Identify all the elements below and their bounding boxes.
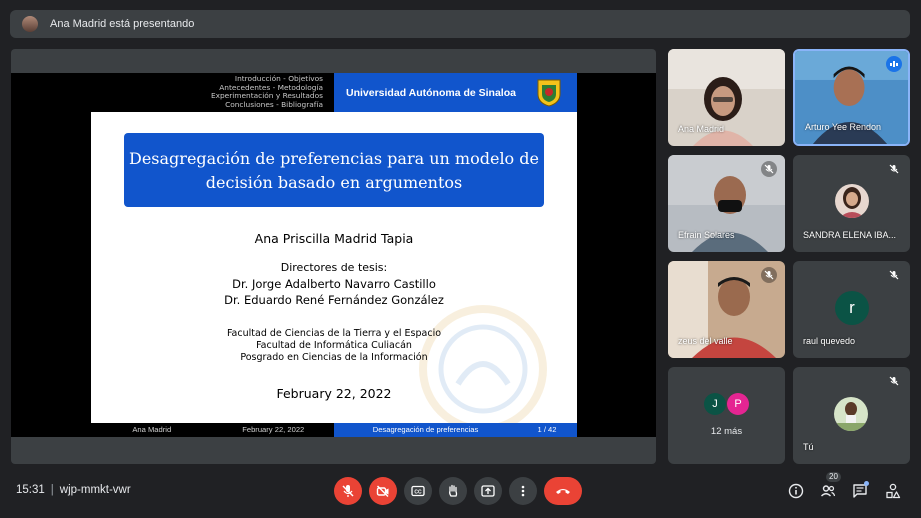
present-icon [481, 485, 495, 497]
more-participants-label: 12 más [710, 426, 743, 437]
slide-title-line: decisión basado en argumentos [205, 173, 463, 192]
participant-name: Ana Madrid [678, 124, 725, 134]
microphone-toggle-button[interactable] [334, 477, 362, 505]
activities-button[interactable] [882, 480, 904, 502]
slide-footer-right: Desagregación de preferencias 1 / 42 [334, 423, 577, 437]
slide-footer-left: Ana Madrid February 22, 2022 [91, 423, 334, 437]
slide-title-line: Desagregación de preferencias para un mo… [129, 149, 539, 168]
speaking-icon [886, 56, 902, 72]
separator: | [50, 484, 54, 496]
participant-tile[interactable]: r raul quevedo [793, 261, 910, 358]
participant-tile[interactable]: zeus del valle [668, 261, 785, 358]
slide-nav-item: Conclusiones - Bibliografía [225, 99, 323, 109]
meeting-code: wjp-mmkt-vwr [59, 484, 131, 496]
mic-off-icon [761, 267, 777, 283]
presenter-banner-text: Ana Madrid está presentando [50, 18, 195, 30]
chat-notification-dot [864, 481, 869, 486]
meeting-details: 15:31 | wjp-mmkt-vwr [16, 484, 131, 496]
participant-name: SANDRA ELENA IBA... [803, 230, 897, 240]
present-screen-button[interactable] [474, 477, 502, 505]
university-banner: Universidad Autónoma de Sinaloa [334, 73, 577, 112]
university-name: Universidad Autónoma de Sinaloa [346, 86, 516, 99]
participant-tile[interactable]: Efrain Solares [668, 155, 785, 252]
slide-title-box: Desagregación de preferencias para un mo… [124, 133, 544, 207]
slide-author: Ana Priscilla Madrid Tapia [254, 231, 414, 246]
info-icon [788, 483, 804, 499]
raise-hand-button[interactable] [439, 477, 467, 505]
end-call-icon [556, 489, 570, 494]
director-name: Dr. Eduardo René Fernández González [224, 293, 444, 307]
slide-footer: Ana Madrid February 22, 2022 Desagregaci… [91, 423, 577, 437]
mic-off-icon [886, 373, 902, 389]
university-logo-icon [537, 79, 561, 107]
presentation-stage[interactable]: Introducción - Objetivos Antecedentes - … [11, 49, 656, 464]
director-name: Dr. Jorge Adalberto Navarro Castillo [232, 277, 436, 291]
footer-page-number: 1 / 42 [537, 425, 557, 434]
participant-avatar [835, 184, 869, 218]
participant-name: raul quevedo [803, 336, 856, 346]
faculty-line: Posgrado en Ciencias de la Información [240, 352, 428, 363]
activities-icon [886, 483, 901, 499]
participant-count-badge: 20 [826, 472, 841, 482]
slide: Introducción - Objetivos Antecedentes - … [91, 73, 577, 437]
participant-name: Arturo Yee Rendon [805, 122, 882, 132]
presenter-avatar [22, 16, 38, 32]
participant-initial-avatar: P [727, 393, 749, 415]
captions-icon: CC [411, 485, 425, 497]
mic-off-icon [761, 161, 777, 177]
more-options-icon [521, 485, 525, 497]
footer-title: Desagregación de preferencias [372, 425, 479, 434]
svg-text:CC: CC [414, 490, 422, 496]
end-call-button[interactable] [544, 477, 582, 505]
slide-header: Introducción - Objetivos Antecedentes - … [91, 73, 577, 112]
university-watermark-icon [419, 305, 547, 433]
participant-name: zeus del valle [678, 336, 733, 346]
directors-heading: Directores de tesis: [280, 261, 388, 274]
participant-name: Tú [803, 442, 814, 452]
slide-directors: Directores de tesis: Dr. Jorge Adalberto… [91, 260, 577, 308]
meeting-details-button[interactable] [785, 480, 807, 502]
camera-toggle-button[interactable] [369, 477, 397, 505]
slide-nav: Introducción - Objetivos Antecedentes - … [91, 74, 323, 109]
self-avatar [834, 397, 868, 431]
participant-initial-avatar: r [835, 291, 869, 325]
camera-off-icon [376, 485, 389, 498]
raise-hand-icon [449, 484, 458, 497]
participant-name: Efrain Solares [678, 230, 735, 240]
slide-body: Desagregación de preferencias para un mo… [91, 112, 577, 433]
mic-off-icon [342, 485, 354, 497]
captions-button[interactable]: CC [404, 477, 432, 505]
slide-date: February 22, 2022 [276, 386, 392, 401]
self-tile[interactable]: Tú [793, 367, 910, 464]
faculty-line: Facultad de Ciencias de la Tierra y el E… [226, 328, 442, 339]
presentation-frame: Introducción - Objetivos Antecedentes - … [11, 73, 656, 437]
participant-tile[interactable]: Ana Madrid [668, 49, 785, 146]
more-participants-tile[interactable]: J P 12 más [668, 367, 785, 464]
slide-faculties: Facultad de Ciencias de la Tierra y el E… [91, 328, 577, 364]
participant-initial-avatar: J [704, 393, 726, 415]
mic-off-icon [886, 161, 902, 177]
clock: 15:31 [16, 484, 45, 496]
footer-date: February 22, 2022 [242, 425, 305, 434]
participant-tile-active-speaker[interactable]: Arturo Yee Rendon [793, 49, 910, 146]
participant-tile[interactable]: SANDRA ELENA IBA... [793, 155, 910, 252]
mic-off-icon [886, 267, 902, 283]
people-icon [821, 485, 836, 497]
presenter-banner: Ana Madrid está presentando [10, 10, 910, 38]
more-options-button[interactable] [509, 477, 537, 505]
faculty-line: Facultad de Informática Culiacán [256, 340, 412, 351]
footer-author: Ana Madrid [132, 425, 172, 434]
people-button[interactable] [817, 480, 839, 502]
